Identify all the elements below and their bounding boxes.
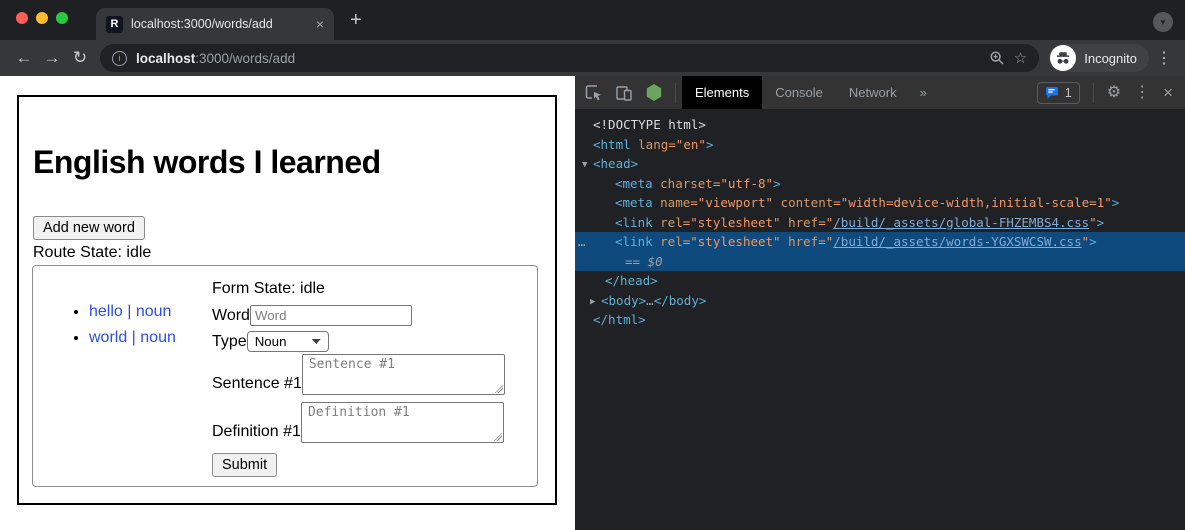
code-line[interactable]: <meta charset="utf-8">: [575, 174, 1185, 194]
code-line[interactable]: </html>: [575, 310, 1185, 330]
search-tabs-button[interactable]: ▼: [1153, 12, 1173, 32]
site-info-icon[interactable]: i: [112, 51, 127, 66]
code-line[interactable]: <link rel="stylesheet" href="/build/_ass…: [575, 213, 1185, 233]
submit-button[interactable]: Submit: [212, 453, 277, 477]
tab-elements[interactable]: Elements: [682, 76, 762, 109]
definition-label: Definition #1: [212, 421, 301, 443]
divider: [675, 83, 676, 103]
sentence-label: Sentence #1: [212, 373, 302, 395]
chevron-down-icon: [312, 339, 321, 344]
route-state-text: Route State: idle: [33, 244, 151, 262]
tab-close-icon[interactable]: ×: [316, 17, 324, 31]
type-label: Type: [212, 332, 247, 352]
tab-network[interactable]: Network: [836, 76, 910, 109]
remix-favicon-icon: R: [106, 16, 123, 33]
tab-strip: R localhost:3000/words/add × + ▼: [0, 0, 1185, 40]
browser-toolbar: ← → ↻ i localhost:3000/words/add ☆: [0, 40, 1185, 76]
tab-console[interactable]: Console: [762, 76, 836, 109]
settings-gear-icon[interactable]: ⚙: [1107, 85, 1121, 101]
content-area: English words I learned Add new word Rou…: [0, 76, 1185, 530]
type-select[interactable]: Noun: [247, 331, 329, 352]
code-line[interactable]: …<link rel="stylesheet" href="/build/_as…: [575, 232, 1185, 252]
devtools-toolbar: Elements Console Network » 1: [575, 76, 1185, 109]
code-line[interactable]: </head>: [575, 271, 1185, 291]
page-title: English words I learned: [33, 144, 381, 181]
back-button[interactable]: ←: [10, 48, 38, 68]
word-link[interactable]: world | noun: [89, 329, 176, 346]
issues-counter[interactable]: 1: [1037, 82, 1080, 104]
minimize-window-button[interactable]: [36, 12, 48, 24]
code-line[interactable]: ▶<body>…</body>: [575, 291, 1185, 311]
issues-count: 1: [1065, 86, 1072, 100]
reload-button[interactable]: ↻: [66, 48, 94, 68]
word-list: hello | noun world | noun: [49, 280, 212, 486]
url-text: localhost:3000/words/add: [136, 51, 295, 66]
devtools-menu-icon[interactable]: ⋮: [1134, 85, 1150, 101]
code-line[interactable]: <meta name="viewport" content="width=dev…: [575, 193, 1185, 213]
list-item: hello | noun: [89, 299, 212, 325]
fullscreen-window-button[interactable]: [56, 12, 68, 24]
new-tab-button[interactable]: +: [350, 9, 362, 31]
add-new-word-button[interactable]: Add new word: [33, 216, 145, 240]
tab-title: localhost:3000/words/add: [131, 17, 308, 31]
chevron-down-icon: ▼: [1159, 18, 1167, 27]
device-toolbar-icon[interactable]: [615, 84, 633, 102]
code-line[interactable]: ▼<head>: [575, 154, 1185, 174]
word-label: Word: [212, 306, 250, 326]
window-controls: [16, 12, 68, 24]
zoom-icon[interactable]: [989, 50, 1005, 66]
code-line[interactable]: == $0: [575, 252, 1185, 272]
issue-bubble-icon: [1045, 86, 1059, 100]
browser-tab[interactable]: R localhost:3000/words/add ×: [96, 8, 334, 40]
url-path: :3000/words/add: [195, 51, 295, 66]
type-select-value: Noun: [255, 334, 287, 349]
divider: [1093, 83, 1094, 103]
devtools-close-icon[interactable]: ×: [1163, 84, 1173, 101]
bookmark-star-icon[interactable]: ☆: [1014, 49, 1027, 67]
list-item: world | noun: [89, 325, 212, 351]
form-state-text: Form State: idle: [212, 280, 529, 298]
close-window-button[interactable]: [16, 12, 28, 24]
devtools-code: <!DOCTYPE html><html lang="en">▼<head><m…: [575, 109, 1185, 530]
more-tabs-icon[interactable]: »: [910, 85, 937, 100]
sentence-textarea[interactable]: [302, 354, 505, 395]
web-page: English words I learned Add new word Rou…: [0, 76, 575, 530]
inspect-element-icon[interactable]: [585, 84, 603, 102]
words-panel: hello | noun world | noun Form State: id…: [32, 265, 538, 487]
incognito-icon: [1050, 45, 1076, 71]
code-line[interactable]: <html lang="en">: [575, 135, 1185, 155]
definition-textarea[interactable]: [301, 402, 504, 443]
browser-menu-icon[interactable]: ⋮: [1153, 48, 1175, 68]
extension-hexagon-icon[interactable]: [645, 84, 663, 102]
forward-button[interactable]: →: [38, 48, 66, 68]
add-word-form: Form State: idle Word Type Noun Sentence: [212, 280, 529, 486]
address-bar[interactable]: i localhost:3000/words/add ☆: [100, 44, 1039, 72]
incognito-badge[interactable]: Incognito: [1049, 44, 1149, 72]
word-link[interactable]: hello | noun: [89, 303, 171, 320]
incognito-label: Incognito: [1084, 51, 1137, 66]
devtools-panel: Elements Console Network » 1: [575, 76, 1185, 530]
word-input[interactable]: [250, 305, 412, 326]
code-line[interactable]: <!DOCTYPE html>: [575, 115, 1185, 135]
url-host: localhost: [136, 51, 195, 66]
more-actions-icon[interactable]: …: [578, 232, 585, 252]
browser-window: R localhost:3000/words/add × + ▼ ← → ↻ i…: [0, 0, 1185, 530]
